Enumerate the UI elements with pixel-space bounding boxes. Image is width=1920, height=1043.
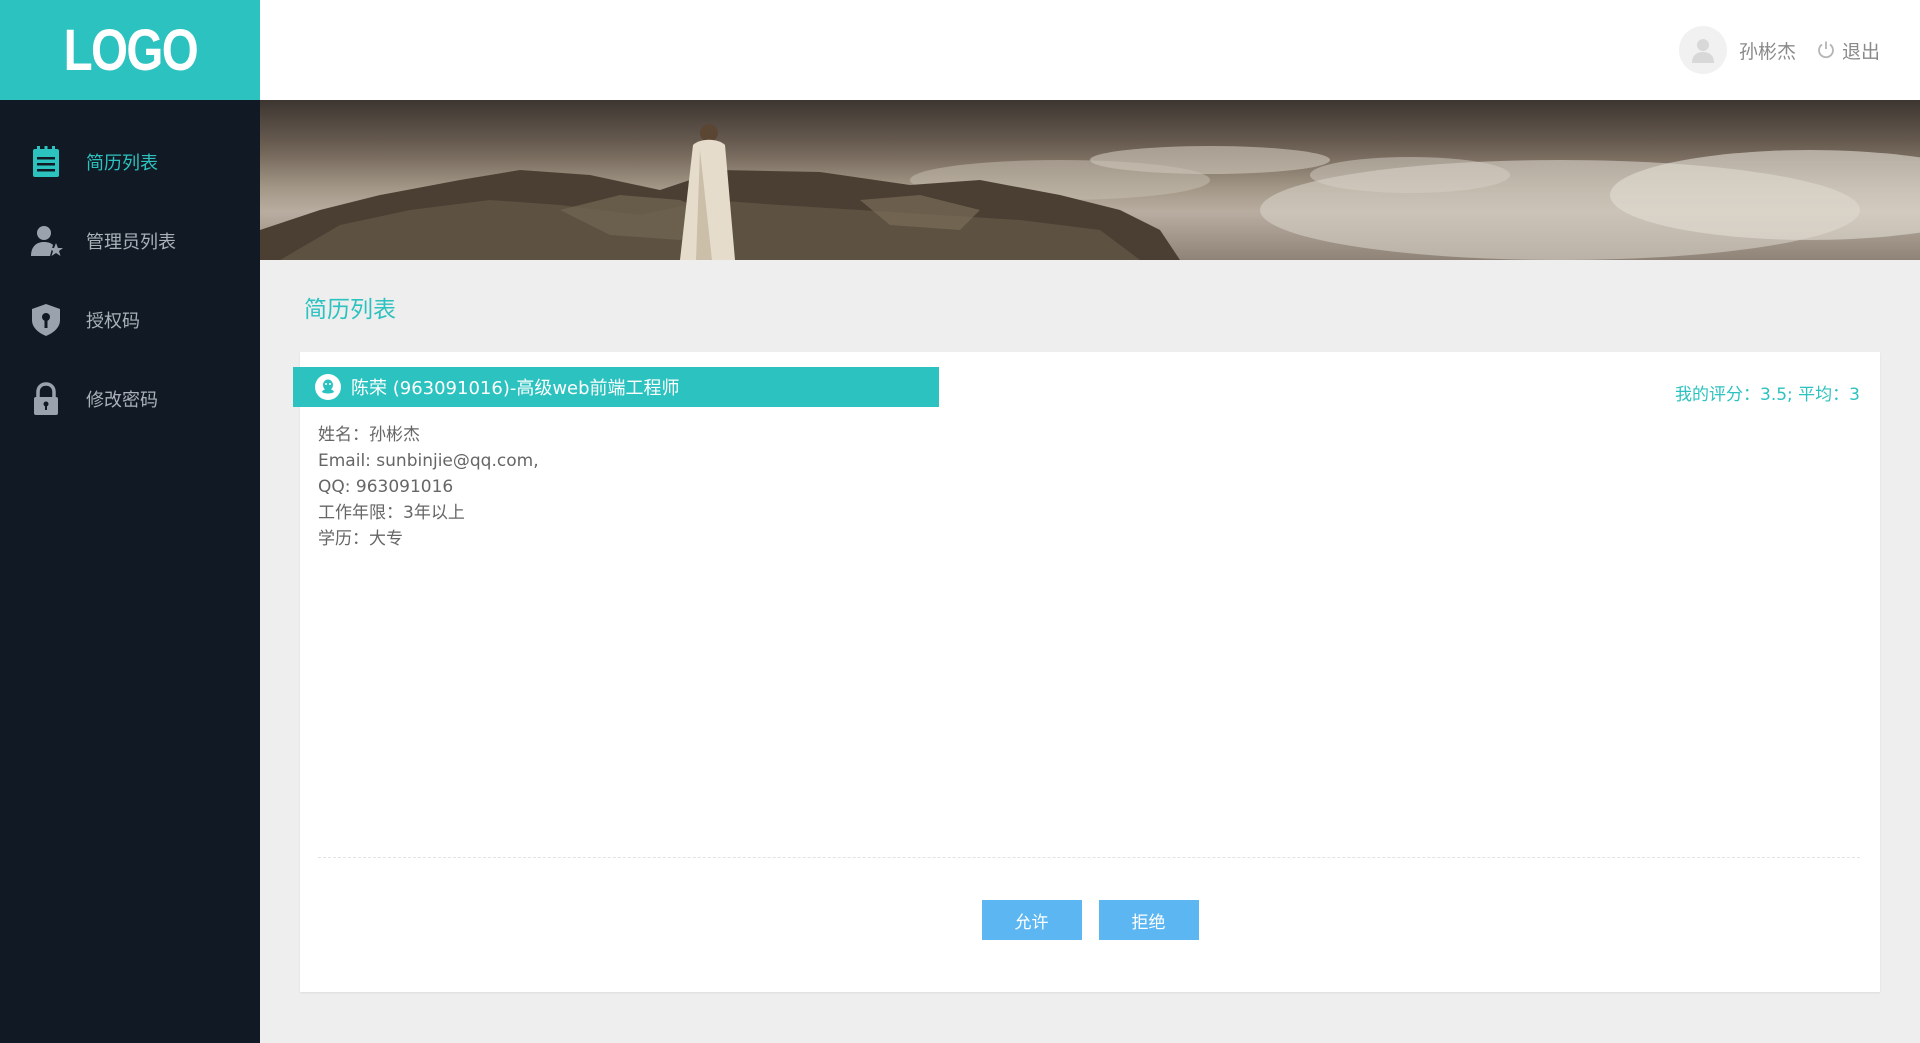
sidebar-item-label: 简历列表 [86,152,158,174]
power-icon [1818,41,1834,59]
info-email: Email: sunbinjie@qq.com, [318,451,539,471]
resume-card: 陈荣 (963091016)-高级web前端工程师 我的评分：3.5; 平均：3… [293,352,1880,992]
approve-button[interactable]: 允许 [981,900,1082,940]
sidebar-item-resume-list[interactable]: 简历列表 [0,122,260,201]
qq-icon [315,374,341,400]
avatar[interactable] [1678,26,1727,74]
username[interactable]: 孙彬杰 [1739,37,1796,64]
divider [318,857,1860,858]
resume-title: 陈荣 (963091016)-高级web前端工程师 [351,378,680,399]
logout-label: 退出 [1841,40,1880,63]
page-title: 简历列表 [304,297,396,323]
sidebar-item-label: 修改密码 [86,389,158,411]
info-name: 姓名：孙彬杰 [318,425,420,445]
user-area: 孙彬杰 退出 [1678,26,1880,74]
sidebar-item-change-password[interactable]: 修改密码 [0,359,260,438]
sidebar: 简历列表 管理员列表 授权码 修改密码 [0,100,260,1043]
reject-button[interactable]: 拒绝 [1098,900,1199,940]
user-star-icon [28,223,64,259]
user-icon [1691,39,1714,63]
sidebar-item-auth-code[interactable]: 授权码 [0,280,260,359]
info-experience: 工作年限：3年以上 [318,503,465,523]
lock-icon [28,381,64,417]
info-qq: QQ: 963091016 [318,477,454,497]
resume-info: 姓名：孙彬杰 Email: sunbinjie@qq.com, QQ: 9630… [318,422,539,552]
action-buttons: 允许 拒绝 [300,900,1880,940]
clipboard-list-icon [28,144,64,180]
logo[interactable]: LOGO [0,0,260,100]
sidebar-item-admin-list[interactable]: 管理员列表 [0,201,260,280]
shield-key-icon [28,302,64,338]
banner-image [260,100,1920,260]
sidebar-nav: 简历列表 管理员列表 授权码 修改密码 [0,100,260,438]
sidebar-item-label: 管理员列表 [86,231,176,253]
resume-title-bar: 陈荣 (963091016)-高级web前端工程师 [293,367,939,407]
info-education: 学历：大专 [318,529,403,549]
header: 孙彬杰 退出 [260,0,1920,100]
logout-button[interactable]: 退出 [1816,37,1880,64]
sidebar-item-label: 授权码 [86,310,140,332]
logo-text: LOGO [63,17,198,83]
rating-text: 我的评分：3.5; 平均：3 [1675,385,1860,405]
